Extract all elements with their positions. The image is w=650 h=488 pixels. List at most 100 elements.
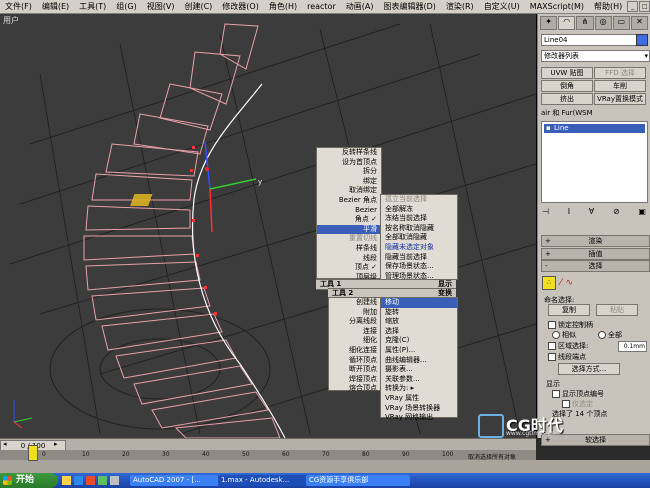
app-icon[interactable] [110, 476, 119, 485]
quad-menu-item[interactable]: 取消绑定 [317, 186, 381, 196]
vertex-level-icon[interactable]: ∴ [542, 276, 556, 290]
taskbar-item-3dsmax[interactable]: 1.max - Autodesk... [218, 475, 308, 486]
segment-end-checkbox[interactable]: 线段端点 [548, 352, 586, 362]
lock-handles-checkbox[interactable]: 锁定控制柄 [548, 320, 593, 330]
pin-stack-icon[interactable]: ⊣ [542, 207, 549, 217]
quad-menu-item[interactable]: 摄影表... [381, 365, 457, 375]
quad-menu-item[interactable]: VRay 网格输出 [381, 413, 457, 423]
quad-menu-item[interactable]: 曲线编辑器... [381, 356, 457, 366]
stack-item-line[interactable]: ▪ Line [544, 124, 645, 133]
bevel-button[interactable]: 倒角 [541, 80, 593, 92]
quad-menu-item[interactable]: 隐藏未选定对象 [381, 243, 457, 253]
quad-menu-item[interactable]: 线段 [317, 254, 381, 264]
vray-displace-button[interactable]: VRay置换模式 [594, 93, 646, 105]
segment-level-icon[interactable]: ⁄ [560, 278, 562, 288]
all-radio[interactable]: 全部 [598, 330, 622, 340]
menu-item-2[interactable]: 工具(T) [74, 0, 111, 13]
quad-menu-item[interactable]: 全部解冻 [381, 205, 457, 215]
quad-menu-item[interactable]: 隐藏当前选择 [381, 253, 457, 263]
start-button[interactable]: 开始 [0, 473, 58, 488]
app-icon[interactable] [86, 476, 95, 485]
quad-menu-item[interactable]: 旋转 [381, 308, 457, 318]
quad-menu-item[interactable]: 焊接顶点 [329, 375, 381, 385]
menu-item-10[interactable]: 图表编辑器(D) [378, 0, 440, 13]
stack-expand-icon[interactable]: ▪ [546, 124, 551, 133]
remove-modifier-icon[interactable]: ⊘ [613, 207, 620, 217]
utilities-tab-icon[interactable]: ✕ [630, 16, 649, 30]
quad-menu-item[interactable]: VRay 属性 [381, 394, 457, 404]
menu-item-0[interactable]: 文件(F) [0, 0, 37, 13]
lathe-button[interactable]: 车削 [594, 80, 646, 92]
quad-menu-item[interactable]: 顶点 ✓ [317, 263, 381, 273]
quad-menu-item[interactable]: 属性(P)... [381, 346, 457, 356]
quad-menu-item[interactable]: 按名称取消隐藏 [381, 224, 457, 234]
spline-level-icon[interactable]: ∿ [566, 278, 574, 288]
quad-menu-item[interactable]: 连接 [329, 327, 381, 337]
area-select-value[interactable]: 0.1mm [618, 341, 647, 352]
modifier-list-dropdown[interactable]: 修改器列表 ▾ [541, 50, 650, 62]
quad-menu-item[interactable]: 绑定 [317, 177, 381, 187]
quad-menu-item[interactable]: 孤立当前选择 [381, 195, 457, 205]
uvw-map-button[interactable]: UVW 贴图 [541, 67, 593, 79]
menu-item-6[interactable]: 修改器(O) [217, 0, 264, 13]
quad-menu-item[interactable]: 选择 [381, 327, 457, 337]
quad-menu-item[interactable]: 反转样条线 [317, 148, 381, 158]
quad-menu-item[interactable]: 循环顶点 [329, 356, 381, 366]
extrude-button[interactable]: 挤出 [541, 93, 593, 105]
quad-menu-item[interactable]: 移动 [381, 298, 457, 308]
quad-menu-item[interactable]: 熔合顶点 [329, 384, 381, 394]
menu-item-13[interactable]: MAXScript(M) [525, 0, 589, 13]
quad-menu-item[interactable]: VRay 场景转换器 [381, 404, 457, 414]
menu-item-12[interactable]: 自定义(U) [479, 0, 525, 13]
minimize-icon[interactable]: _ [627, 1, 639, 12]
select-by-button[interactable]: 选择方式... [558, 363, 620, 375]
chevron-left-icon[interactable]: ◂ [3, 440, 7, 448]
quad-menu-item[interactable]: 全部取消隐藏 [381, 233, 457, 243]
object-name-field[interactable]: Line04 [541, 34, 637, 46]
object-color-swatch[interactable] [636, 34, 648, 46]
quad-menu-item[interactable]: Bezier 角点 [317, 196, 381, 206]
menu-item-1[interactable]: 编辑(E) [37, 0, 74, 13]
taskbar-item-cgclub[interactable]: CG资源手享俱乐部 [306, 475, 410, 486]
show-vertex-numbers-checkbox[interactable]: 显示顶点编号 [552, 389, 604, 399]
quad-menu-item[interactable]: 转换为: ▸ [381, 384, 457, 394]
menu-item-4[interactable]: 视图(V) [142, 0, 180, 13]
create-tab-icon[interactable]: ✦ [540, 16, 558, 30]
only-selected-checkbox[interactable]: 仅选定 [562, 399, 593, 409]
ffd-select-button[interactable]: FFD 选择 [594, 67, 646, 79]
quad-menu-item[interactable]: 创建线 [329, 298, 381, 308]
quad-menu-item[interactable]: 设为首顶点 [317, 158, 381, 168]
app-icon[interactable] [98, 476, 107, 485]
taskbar-item-autocad[interactable]: AutoCAD 2007 - [... [130, 475, 220, 486]
modifier-stack[interactable]: ▪ Line [541, 121, 648, 203]
ie-icon[interactable] [74, 476, 83, 485]
quad-menu-item[interactable]: 平滑 [317, 224, 381, 235]
hierarchy-tab-icon[interactable]: ⋔ [576, 16, 594, 30]
quad-menu-item[interactable]: 重置切线 [317, 234, 381, 244]
configure-sets-icon[interactable]: ▣ [638, 207, 646, 217]
quad-menu-item[interactable]: 细化 [329, 336, 381, 346]
quad-menu-item[interactable]: 克隆(C) [381, 336, 457, 346]
show-desktop-icon[interactable] [62, 476, 71, 485]
rollout-selection[interactable]: - 选择 [541, 260, 650, 272]
quad-menu-item[interactable]: 分离线段 [329, 317, 381, 327]
menu-item-9[interactable]: 动画(A) [341, 0, 379, 13]
quad-menu-item[interactable]: 保存场景状态... [381, 262, 457, 272]
modify-tab-icon[interactable]: ◠ [558, 16, 576, 30]
quad-menu-item[interactable]: 附加 [329, 308, 381, 318]
motion-tab-icon[interactable]: ◎ [594, 16, 612, 30]
similar-radio[interactable]: 相似 [552, 330, 576, 340]
menu-item-5[interactable]: 创建(C) [179, 0, 217, 13]
menu-item-14[interactable]: 帮助(H) [589, 0, 627, 13]
rollout-interpolation[interactable]: + 插值 [541, 248, 650, 260]
maximize-icon[interactable]: □ [639, 1, 650, 12]
paste-button[interactable]: 粘贴 [596, 304, 638, 316]
lock-selection-icon[interactable] [28, 445, 38, 461]
quad-menu-item[interactable]: 样条线 [317, 244, 381, 254]
track-bar[interactable]: 0 10 20 30 40 50 60 70 80 90 100 [0, 450, 536, 460]
menu-item-8[interactable]: reactor [302, 0, 341, 13]
quad-menu-item[interactable]: 缩放 [381, 317, 457, 327]
show-end-result-icon[interactable]: Ⅰ [568, 207, 570, 217]
display-tab-icon[interactable]: ▭ [612, 16, 630, 30]
quad-menu-item[interactable]: 角点 ✓ [317, 215, 381, 225]
